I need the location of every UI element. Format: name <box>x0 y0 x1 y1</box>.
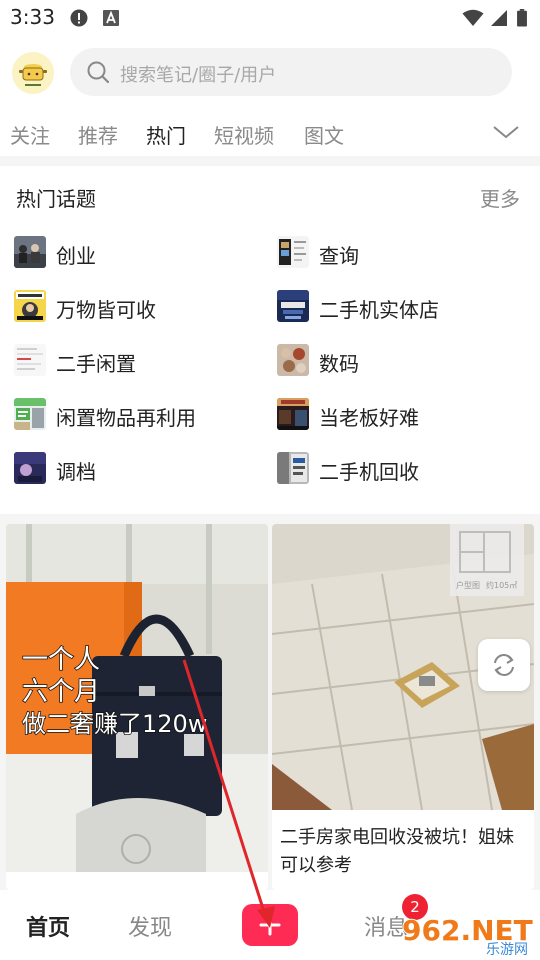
topic-label: 万物皆可收 <box>56 298 156 322</box>
topic-item[interactable]: 调档 <box>14 448 264 488</box>
refresh-icon <box>494 654 514 676</box>
bottom-nav: 首页 发现 消息 2 962.NET 乐游网 <box>0 890 540 960</box>
topic-thumbnail <box>14 398 46 430</box>
topic-label: 当老板好难 <box>319 406 419 430</box>
topic-label: 二手闲置 <box>56 352 136 376</box>
status-bar: 3:33 <box>0 0 540 36</box>
feed-tabs: 关注 推荐 热门 短视频 图文 <box>0 112 540 156</box>
watermark-logo: 962.NET 乐游网 <box>401 913 534 956</box>
topic-item[interactable]: 二手闲置 <box>14 340 264 380</box>
pot-logo-icon <box>12 52 54 94</box>
topic-thumbnail <box>14 344 46 376</box>
card-overlay-line-3: 做二奢赚了120w <box>22 710 207 738</box>
search-input[interactable]: 搜索笔记/圈子/用户 <box>70 48 512 96</box>
watermark-subtext: 乐游网 <box>486 942 528 956</box>
topic-label: 闲置物品再利用 <box>56 406 196 430</box>
topic-item[interactable]: 创业 <box>14 232 264 272</box>
floorplan-area: 约105㎡ <box>486 580 517 590</box>
topic-label: 创业 <box>56 244 96 268</box>
nav-home[interactable]: 首页 <box>26 910 70 942</box>
tab-follow[interactable]: 关注 <box>10 120 50 149</box>
search-icon <box>87 61 110 84</box>
search-placeholder: 搜索笔记/圈子/用户 <box>120 65 277 86</box>
topic-thumbnail <box>14 236 46 268</box>
topic-item[interactable]: 二手机回收 <box>277 448 527 488</box>
hot-topics-title: 热门话题 <box>16 187 96 211</box>
topic-thumbnail <box>277 452 309 484</box>
topic-item[interactable]: 当老板好难 <box>277 394 527 434</box>
tab-short-video[interactable]: 短视频 <box>214 120 274 149</box>
topic-label: 调档 <box>56 460 96 484</box>
topic-thumbnail <box>277 344 309 376</box>
alert-circle-icon <box>70 9 88 27</box>
battery-icon <box>517 9 527 27</box>
card-image-handbag: 一个人 六个月 做二奢赚了120w <box>6 524 268 872</box>
topic-thumbnail <box>277 398 309 430</box>
topic-item[interactable]: 闲置物品再利用 <box>14 394 264 434</box>
plus-icon <box>259 914 281 936</box>
a-box-icon <box>103 10 119 26</box>
feed-card[interactable]: 一个人 六个月 做二奢赚了120w <box>6 524 268 890</box>
topic-item[interactable]: 万物皆可收 <box>14 286 264 326</box>
hot-topics-section: 热门话题 更多 创业 查询 万物皆可收 二手机实体店 二手闲置 数码 闲置物品再… <box>0 166 540 514</box>
nav-discover[interactable]: 发现 <box>128 910 172 942</box>
tab-hot[interactable]: 热门 <box>146 120 186 149</box>
topic-item[interactable]: 二手机实体店 <box>277 286 527 326</box>
topic-item[interactable]: 查询 <box>277 232 527 272</box>
feed-card[interactable]: 户型图 约105㎡ 二手房家电回收没被坑！姐妹可以参考 <box>272 524 534 890</box>
card-caption: 二手房家电回收没被坑！姐妹可以参考 <box>280 827 514 876</box>
topic-label: 数码 <box>319 352 359 376</box>
topic-thumbnail <box>277 236 309 268</box>
topic-label: 二手机实体店 <box>319 298 439 322</box>
status-time: 3:33 <box>10 5 55 29</box>
topic-thumbnail <box>14 290 46 322</box>
topic-label: 查询 <box>319 244 359 268</box>
add-post-button[interactable] <box>242 904 298 946</box>
topic-label: 二手机回收 <box>319 460 419 484</box>
more-link[interactable]: 更多 <box>480 183 520 212</box>
card-overlay-line-1: 一个人 <box>22 645 100 675</box>
topic-item[interactable]: 数码 <box>277 340 527 380</box>
signal-icon <box>491 10 507 26</box>
topic-thumbnail <box>277 290 309 322</box>
floorplan-label: 户型图 <box>456 580 480 590</box>
tab-image-text[interactable]: 图文 <box>304 120 344 149</box>
feed-grid: 一个人 六个月 做二奢赚了120w 户型图 约105㎡ 二手房家电回收没被坑！姐… <box>0 514 540 890</box>
avatar[interactable] <box>12 52 54 94</box>
refresh-button[interactable] <box>478 639 530 691</box>
tab-recommend[interactable]: 推荐 <box>78 120 118 149</box>
search-row: 搜索笔记/圈子/用户 <box>0 42 540 104</box>
section-divider <box>0 156 540 166</box>
chevron-down-icon[interactable] <box>492 122 520 142</box>
topic-thumbnail <box>14 452 46 484</box>
wifi-icon <box>462 9 484 26</box>
card-overlay-line-2: 六个月 <box>22 677 100 707</box>
